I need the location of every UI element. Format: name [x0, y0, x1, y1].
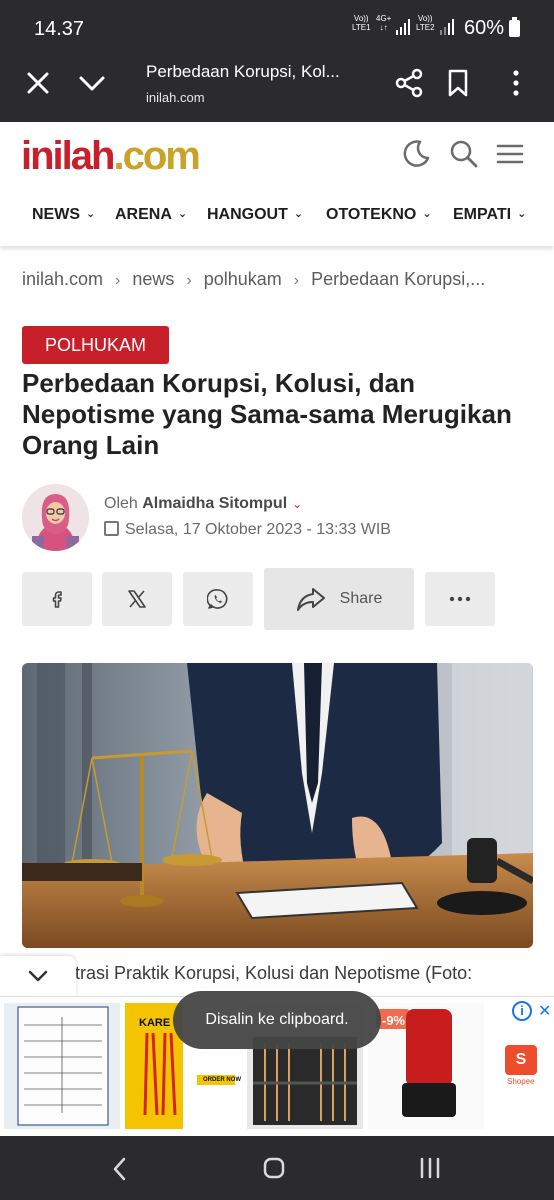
- facebook-icon: [52, 591, 62, 608]
- share-facebook-button[interactable]: [22, 572, 92, 626]
- menu-icon[interactable]: [494, 138, 526, 170]
- shopee-bag-icon: S: [505, 1045, 537, 1075]
- ad-order-now: ORDER NOW: [203, 1077, 241, 1083]
- publish-date: Selasa, 17 Oktober 2023 - 13:33 WIB: [104, 521, 391, 539]
- main-nav: NEWS ⌄ ARENA ⌄ HANGOUT ⌄ OTOTEKNO ⌄ EMPATI ⌄: [0, 202, 554, 234]
- hero-image[interactable]: [22, 663, 533, 948]
- site-logo[interactable]: inilah.com: [21, 134, 201, 179]
- chevron-right-icon: ›: [186, 272, 192, 289]
- moon-icon[interactable]: [400, 138, 432, 170]
- chevron-down-icon: ⌄: [293, 208, 304, 220]
- chevron-down-icon: ⌄: [177, 208, 188, 220]
- nav-item-arena[interactable]: ARENA ⌄: [115, 206, 187, 224]
- browser-toolbar: Perbedaan Korupsi, Kol... inilah.com: [0, 56, 554, 122]
- calendar-icon: [104, 521, 119, 536]
- chevron-right-icon: ›: [115, 272, 121, 289]
- chevron-down-icon[interactable]: ⌄: [292, 497, 302, 511]
- battery-icon: [509, 17, 520, 37]
- recents-icon[interactable]: [418, 1156, 442, 1180]
- chevron-down-icon: [28, 970, 48, 982]
- signal-icon: [396, 19, 410, 35]
- chevron-down-icon: ⌄: [86, 208, 96, 220]
- bookmark-icon[interactable]: [443, 68, 473, 98]
- ad-close-icon[interactable]: ✕: [538, 1001, 551, 1021]
- share-icon[interactable]: [394, 68, 424, 98]
- ad-product-1[interactable]: [4, 1003, 120, 1129]
- breadcrumb-news[interactable]: news: [132, 269, 174, 289]
- share-more-button[interactable]: [425, 572, 495, 626]
- ad-brand: KARE: [139, 1017, 171, 1029]
- breadcrumb-home[interactable]: inilah.com: [22, 269, 103, 289]
- nav-item-empati[interactable]: EMPATI ⌄: [453, 206, 526, 224]
- ad-image-document: [4, 1003, 120, 1129]
- home-icon[interactable]: [262, 1156, 286, 1180]
- share-arrow-icon: [296, 588, 325, 611]
- chevron-down-icon: ⌄: [517, 208, 527, 220]
- breadcrumb: inilah.com › news › polhukam › Perbedaan Korup…: [22, 269, 485, 290]
- status-bar: 14.37 Vo)) LTE1 4G+ ↓↑ Vo)) LTE2 60%: [0, 0, 554, 56]
- network-indicator: 4G+ ↓↑: [376, 14, 392, 32]
- page-host: inilah.com: [146, 90, 205, 105]
- share-whatsapp-button[interactable]: [183, 572, 253, 626]
- clock: 14.37: [34, 18, 85, 40]
- sim2-indicator: Vo)) LTE2: [416, 14, 435, 32]
- search-icon[interactable]: [448, 138, 480, 170]
- page-title: Perbedaan Korupsi, Kol...: [146, 62, 340, 81]
- ad-product-4[interactable]: -9%: [368, 1003, 484, 1129]
- article-headline: Perbedaan Korupsi, Kolusi, dan Nepotisme…: [22, 368, 512, 460]
- site-header: inilah.com NEWS ⌄ ARENA ⌄ HANGOUT ⌄ OTOTEKN…: [0, 122, 554, 246]
- signal-icon-2: [440, 19, 454, 35]
- category-tag[interactable]: POLHUKAM: [22, 326, 169, 364]
- ad-info-icon[interactable]: i: [512, 1001, 532, 1021]
- author-avatar-illustration: [22, 484, 89, 551]
- share-x-button[interactable]: [102, 572, 172, 626]
- nav-item-ototekno[interactable]: OTOTEKNO ⌄: [326, 206, 432, 224]
- chevron-down-icon: ⌄: [422, 208, 432, 220]
- image-caption: trasi Praktik Korupsi, Kolusi dan Nepoti…: [75, 963, 473, 983]
- toast-message: Disalin ke clipboard.: [173, 991, 381, 1049]
- more-horiz-icon: [449, 596, 471, 602]
- sim1-indicator: Vo)) LTE1: [352, 14, 371, 32]
- avatar[interactable]: [22, 484, 89, 551]
- share-label: Share: [339, 590, 383, 607]
- nav-item-news[interactable]: NEWS ⌄: [32, 206, 95, 224]
- chevron-down-icon[interactable]: [77, 68, 107, 98]
- x-icon: [128, 590, 146, 608]
- breadcrumb-polhukam[interactable]: polhukam: [204, 269, 282, 289]
- nav-item-hangout[interactable]: HANGOUT ⌄: [207, 206, 303, 224]
- battery-percent: 60%: [464, 17, 505, 39]
- chevron-right-icon: ›: [293, 272, 300, 289]
- author-name[interactable]: Almaidha Sitompul: [142, 495, 287, 512]
- more-vert-icon[interactable]: [501, 68, 531, 98]
- whatsapp-icon: [207, 589, 228, 609]
- share-button[interactable]: Share: [264, 568, 414, 630]
- shopee-label: Shopee: [507, 1077, 535, 1086]
- system-nav-bar: [0, 1136, 554, 1200]
- justice-scale-photo: [22, 663, 533, 948]
- back-icon[interactable]: [110, 1156, 130, 1182]
- close-icon[interactable]: [23, 68, 53, 98]
- discount-badge: -9%: [382, 1013, 406, 1028]
- collapse-ad-button[interactable]: [0, 956, 76, 996]
- breadcrumb-current: Perbedaan Korupsi,...: [311, 269, 486, 289]
- author-line: Oleh Almaidha Sitompul ⌄: [104, 495, 303, 512]
